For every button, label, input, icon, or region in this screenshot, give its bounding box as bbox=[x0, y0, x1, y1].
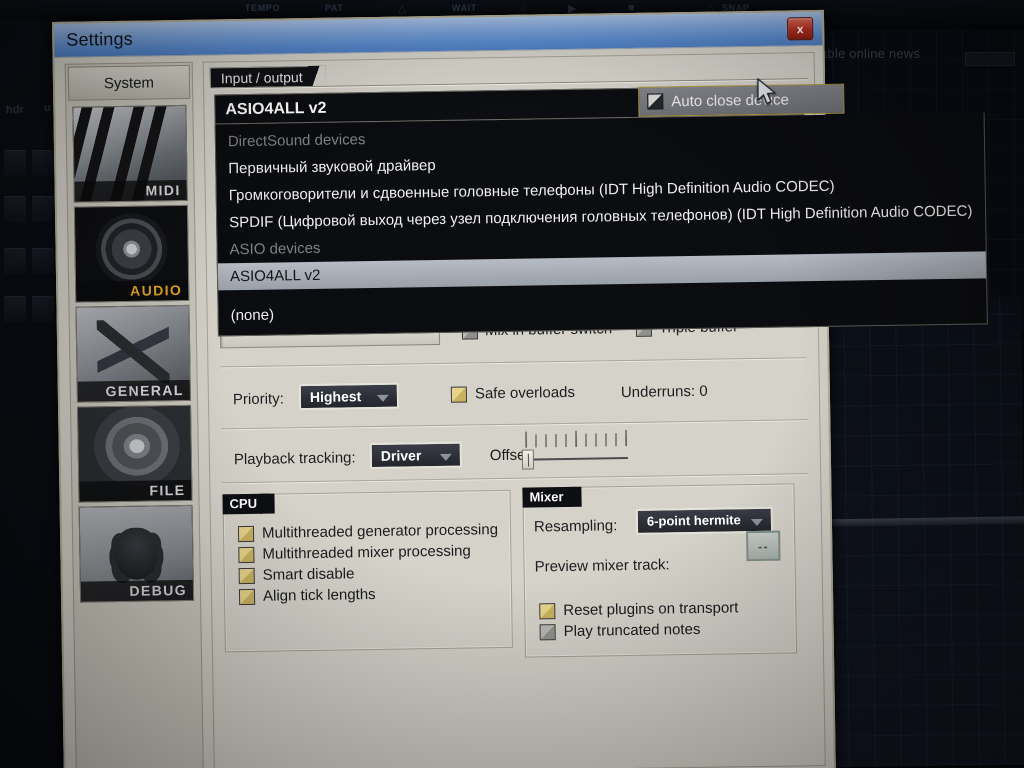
mixer-strip[interactable] bbox=[32, 196, 54, 222]
offset-thumb[interactable] bbox=[521, 449, 535, 470]
sidebar-item-audio[interactable]: AUDIO bbox=[73, 204, 190, 303]
safe-overloads-checkbox[interactable] bbox=[450, 386, 468, 403]
sidebar-item-label: FILE bbox=[79, 479, 192, 502]
reset-plugins-on-transport-checkbox[interactable] bbox=[539, 602, 556, 619]
toolbar-label-pat: PAT bbox=[325, 3, 344, 13]
priority-row: Priority: Highest Safe overloads Underru… bbox=[221, 368, 808, 423]
sidebar-item-general[interactable]: GENERAL bbox=[75, 304, 191, 403]
mixer-group-title: Mixer bbox=[522, 486, 582, 508]
sidebar-item-label: MIDI bbox=[74, 179, 187, 202]
offset-tick-major bbox=[525, 431, 527, 448]
close-button[interactable]: x bbox=[787, 17, 814, 41]
device-combo-wrap: ASIO4ALL v2 Auto close device DirectSoun… bbox=[214, 83, 988, 337]
device-dropdown-list[interactable]: DirectSound devices Первичный звуковой д… bbox=[214, 112, 988, 337]
dropdown-item-none[interactable]: (none) bbox=[218, 290, 986, 329]
cpu-group-title: CPU bbox=[222, 493, 276, 515]
divider bbox=[220, 357, 807, 368]
play-truncated-notes-label: Play truncated notes bbox=[563, 620, 701, 641]
news-thumbnail bbox=[965, 52, 1015, 66]
playback-tracking-dropdown[interactable]: Driver bbox=[369, 441, 463, 470]
window-body: System MIDI AUDIO GENERAL FILE DEBUG Inp… bbox=[54, 45, 988, 768]
align-tick-lengths-checkbox[interactable] bbox=[238, 588, 256, 605]
offset-slider[interactable] bbox=[521, 430, 633, 473]
reset-plugins-on-transport-row[interactable]: Reset plugins on transport bbox=[539, 599, 739, 620]
auto-close-device-checkbox[interactable] bbox=[647, 93, 664, 110]
smart-disable-label: Smart disable bbox=[262, 565, 355, 584]
preview-mixer-track-display[interactable]: -- bbox=[746, 530, 781, 562]
system-button[interactable]: System bbox=[67, 64, 191, 101]
underruns-status: Underruns: 0 bbox=[620, 382, 708, 402]
multithreaded-mixer-processing-row[interactable]: Multithreaded mixer processing bbox=[238, 542, 510, 563]
preview-mixer-track-label: Preview mixer track: bbox=[534, 556, 670, 576]
multithreaded-generator-processing-checkbox[interactable] bbox=[237, 525, 255, 542]
mixer-strip[interactable] bbox=[32, 248, 54, 274]
sidebar-nav: MIDI AUDIO GENERAL FILE DEBUG bbox=[66, 101, 200, 603]
mixer-strip[interactable] bbox=[32, 150, 54, 176]
safe-overloads-label: Safe overloads bbox=[474, 383, 576, 403]
priority-value: Highest bbox=[309, 388, 362, 405]
sidebar-item-file[interactable]: FILE bbox=[77, 404, 193, 503]
mixer-strip[interactable] bbox=[4, 196, 26, 222]
mixer-strip[interactable] bbox=[4, 150, 26, 176]
metronome-icon[interactable]: △ bbox=[398, 2, 406, 15]
record-icon[interactable]: ○ bbox=[520, 2, 527, 14]
tab-strip: Input / output bbox=[204, 53, 814, 90]
safe-overloads-row[interactable]: Safe overloads bbox=[450, 383, 576, 403]
window-title: Settings bbox=[66, 28, 134, 50]
smart-disable-row[interactable]: Smart disable bbox=[238, 563, 511, 584]
mixer-strip[interactable] bbox=[4, 296, 26, 322]
playback-tracking-value: Driver bbox=[380, 447, 422, 464]
resampling-label: Resampling: bbox=[533, 517, 618, 536]
multithreaded-generator-processing-row[interactable]: Multithreaded generator processing bbox=[237, 521, 510, 542]
online-news-text: able online news bbox=[820, 46, 921, 61]
play-truncated-notes-checkbox[interactable] bbox=[539, 623, 556, 640]
offset-tick-marks bbox=[525, 430, 630, 448]
multithreaded-generator-processing-label: Multithreaded generator processing bbox=[261, 521, 499, 542]
mixer-meter-icon: hdr bbox=[6, 104, 24, 116]
mixer-strip[interactable] bbox=[4, 248, 26, 274]
play-truncated-notes-row[interactable]: Play truncated notes bbox=[539, 620, 739, 641]
offset-tick-major bbox=[625, 430, 627, 447]
toolbar-label-wait: WAIT bbox=[452, 3, 477, 13]
chevron-down-icon[interactable] bbox=[750, 518, 763, 527]
align-tick-lengths-label: Align tick lengths bbox=[262, 585, 376, 605]
offset-track bbox=[527, 457, 628, 461]
mixer-strip[interactable] bbox=[32, 296, 54, 322]
settings-sidebar: System MIDI AUDIO GENERAL FILE DEBUG bbox=[64, 61, 204, 768]
sidebar-item-debug[interactable]: DEBUG bbox=[78, 504, 195, 603]
sidebar-item-label: AUDIO bbox=[76, 279, 189, 302]
playback-tracking-label: Playback tracking: bbox=[233, 449, 356, 469]
mixer-group: Mixer Resampling: 6-point hermite Previe… bbox=[522, 483, 798, 658]
sidebar-item-midi[interactable]: MIDI bbox=[72, 104, 188, 203]
resampling-value: 6-point hermite bbox=[646, 512, 741, 529]
audio-settings-panel: ASIO4ALL v2 Auto close device DirectSoun… bbox=[214, 83, 988, 768]
priority-label: Priority: bbox=[232, 390, 284, 409]
sidebar-item-label: GENERAL bbox=[77, 379, 190, 402]
settings-content: Input / output ASIO4ALL v2 Auto close de… bbox=[202, 52, 988, 768]
priority-dropdown[interactable]: Highest bbox=[298, 382, 400, 411]
auto-close-device-row[interactable]: Auto close device bbox=[638, 83, 845, 117]
cpu-group: CPU Multithreaded generator processing M… bbox=[222, 489, 513, 653]
chevron-down-icon[interactable] bbox=[376, 394, 390, 402]
chevron-down-icon[interactable] bbox=[439, 453, 452, 461]
align-tick-lengths-row[interactable]: Align tick lengths bbox=[238, 584, 511, 605]
smart-disable-checkbox[interactable] bbox=[238, 567, 255, 584]
mixer-misc-icon: u bbox=[44, 102, 51, 114]
settings-window[interactable]: Settings x System MIDI AUDIO GENERAL FIL… bbox=[52, 9, 988, 768]
toolbar-label-tempo: TEMPO bbox=[245, 3, 281, 13]
device-combo-value: ASIO4ALL v2 bbox=[225, 99, 327, 119]
reset-plugins-on-transport-label: Reset plugins on transport bbox=[563, 599, 739, 620]
mixer-options: Reset plugins on transport Play truncate… bbox=[539, 595, 739, 644]
offset-tick-major bbox=[575, 430, 577, 447]
mouse-cursor-icon bbox=[757, 78, 777, 105]
multithreaded-mixer-processing-label: Multithreaded mixer processing bbox=[262, 542, 471, 563]
multithreaded-mixer-processing-checkbox[interactable] bbox=[238, 546, 255, 563]
sidebar-item-label: DEBUG bbox=[80, 579, 194, 602]
